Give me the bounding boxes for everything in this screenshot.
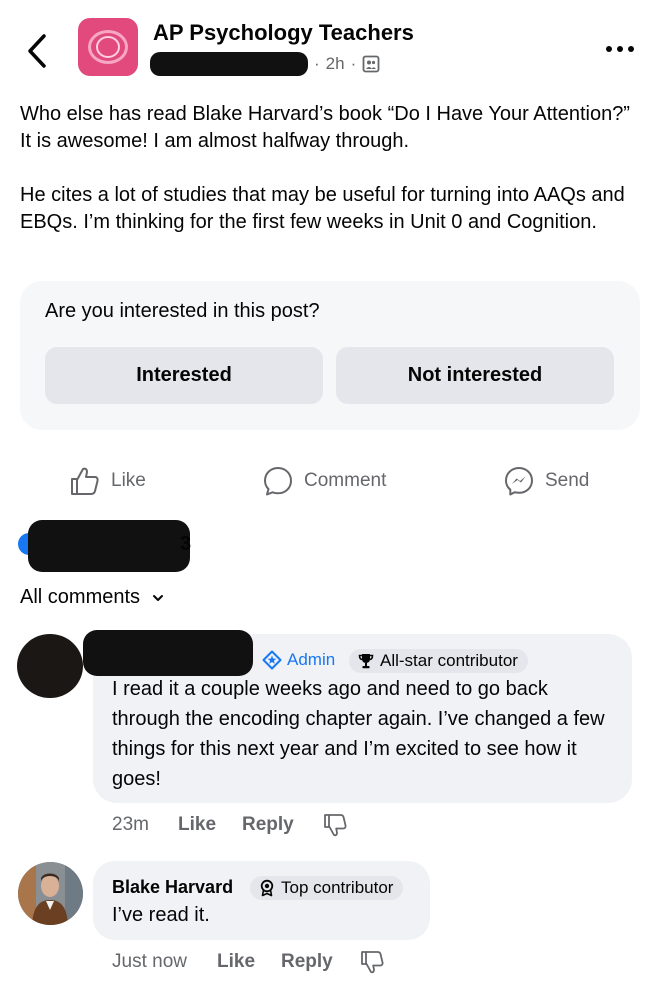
messenger-icon xyxy=(505,467,533,496)
admin-badge[interactable]: Admin xyxy=(262,650,335,670)
send-label: Send xyxy=(545,470,590,491)
comment-button[interactable]: Comment xyxy=(262,463,386,499)
meta-separator: · xyxy=(350,54,357,73)
post-time[interactable]: 2h xyxy=(326,54,345,74)
contributor-badge[interactable]: All-star contributor xyxy=(349,649,528,673)
comment-label: Comment xyxy=(304,470,387,491)
reaction-count[interactable]: 3 xyxy=(180,533,191,556)
post-paragraph: Who else has read Blake Harvard’s book “… xyxy=(20,103,630,152)
group-avatar[interactable] xyxy=(78,18,138,76)
avatar[interactable] xyxy=(17,634,83,698)
members-audience-icon xyxy=(362,55,380,73)
comments-filter-label: All comments xyxy=(20,586,141,608)
admin-label: Admin xyxy=(287,650,336,669)
not-interested-button[interactable]: Not interested xyxy=(336,347,614,404)
more-dot-icon xyxy=(628,46,634,52)
contributor-badge[interactable]: Top contributor xyxy=(250,876,404,900)
contributor-label: All-star contributor xyxy=(380,651,518,670)
thumbs-down-icon[interactable] xyxy=(359,949,385,975)
comment-actions: Just now Like Reply xyxy=(112,949,385,975)
chevron-down-icon xyxy=(153,594,164,601)
post-paragraph: He cites a lot of studies that may be us… xyxy=(20,184,625,233)
meta-separator: · xyxy=(314,54,320,73)
comment-like-button[interactable]: Like xyxy=(217,951,281,973)
comments-filter[interactable]: All comments xyxy=(20,586,164,609)
top-contributor-icon xyxy=(260,879,274,897)
comment-reply-button[interactable]: Reply xyxy=(242,814,322,836)
commenter-name[interactable]: Blake Harvard xyxy=(112,877,233,898)
more-dot-icon xyxy=(617,46,623,52)
comment-time[interactable]: Just now xyxy=(112,951,217,973)
chevron-left-icon xyxy=(28,34,46,68)
comment-text: I’ve read it. xyxy=(112,904,210,926)
comment-actions: 23m Like Reply xyxy=(112,812,348,838)
group-avatar-art-inner xyxy=(96,36,120,58)
interested-button[interactable]: Interested xyxy=(45,347,323,404)
redacted-reactions xyxy=(28,520,190,572)
comment-text: I read it a couple weeks ago and need to… xyxy=(112,678,605,790)
more-dot-icon xyxy=(606,46,612,52)
contributor-label: Top contributor xyxy=(281,878,394,897)
thumbs-down-icon[interactable] xyxy=(322,812,348,838)
like-label: Like xyxy=(111,470,146,491)
redacted-author xyxy=(150,52,308,76)
avatar[interactable] xyxy=(18,862,83,925)
interest-question: Are you interested in this post? xyxy=(45,300,320,322)
redacted-commenter-name xyxy=(83,630,253,676)
trophy-icon xyxy=(358,654,374,669)
admin-star-icon xyxy=(262,650,282,670)
comment-time[interactable]: 23m xyxy=(112,814,178,836)
post-meta: · 2h · xyxy=(150,52,380,76)
comment-reply-button[interactable]: Reply xyxy=(281,951,359,973)
group-name[interactable]: AP Psychology Teachers xyxy=(153,20,414,46)
back-button[interactable] xyxy=(22,32,54,70)
more-options-button[interactable] xyxy=(600,38,640,60)
thumbs-up-icon xyxy=(71,467,99,495)
like-button[interactable]: Like xyxy=(69,463,146,499)
comment-bubble-icon xyxy=(264,467,292,496)
send-button[interactable]: Send xyxy=(503,463,589,499)
comment-like-button[interactable]: Like xyxy=(178,814,242,836)
avatar-photo xyxy=(18,862,83,925)
